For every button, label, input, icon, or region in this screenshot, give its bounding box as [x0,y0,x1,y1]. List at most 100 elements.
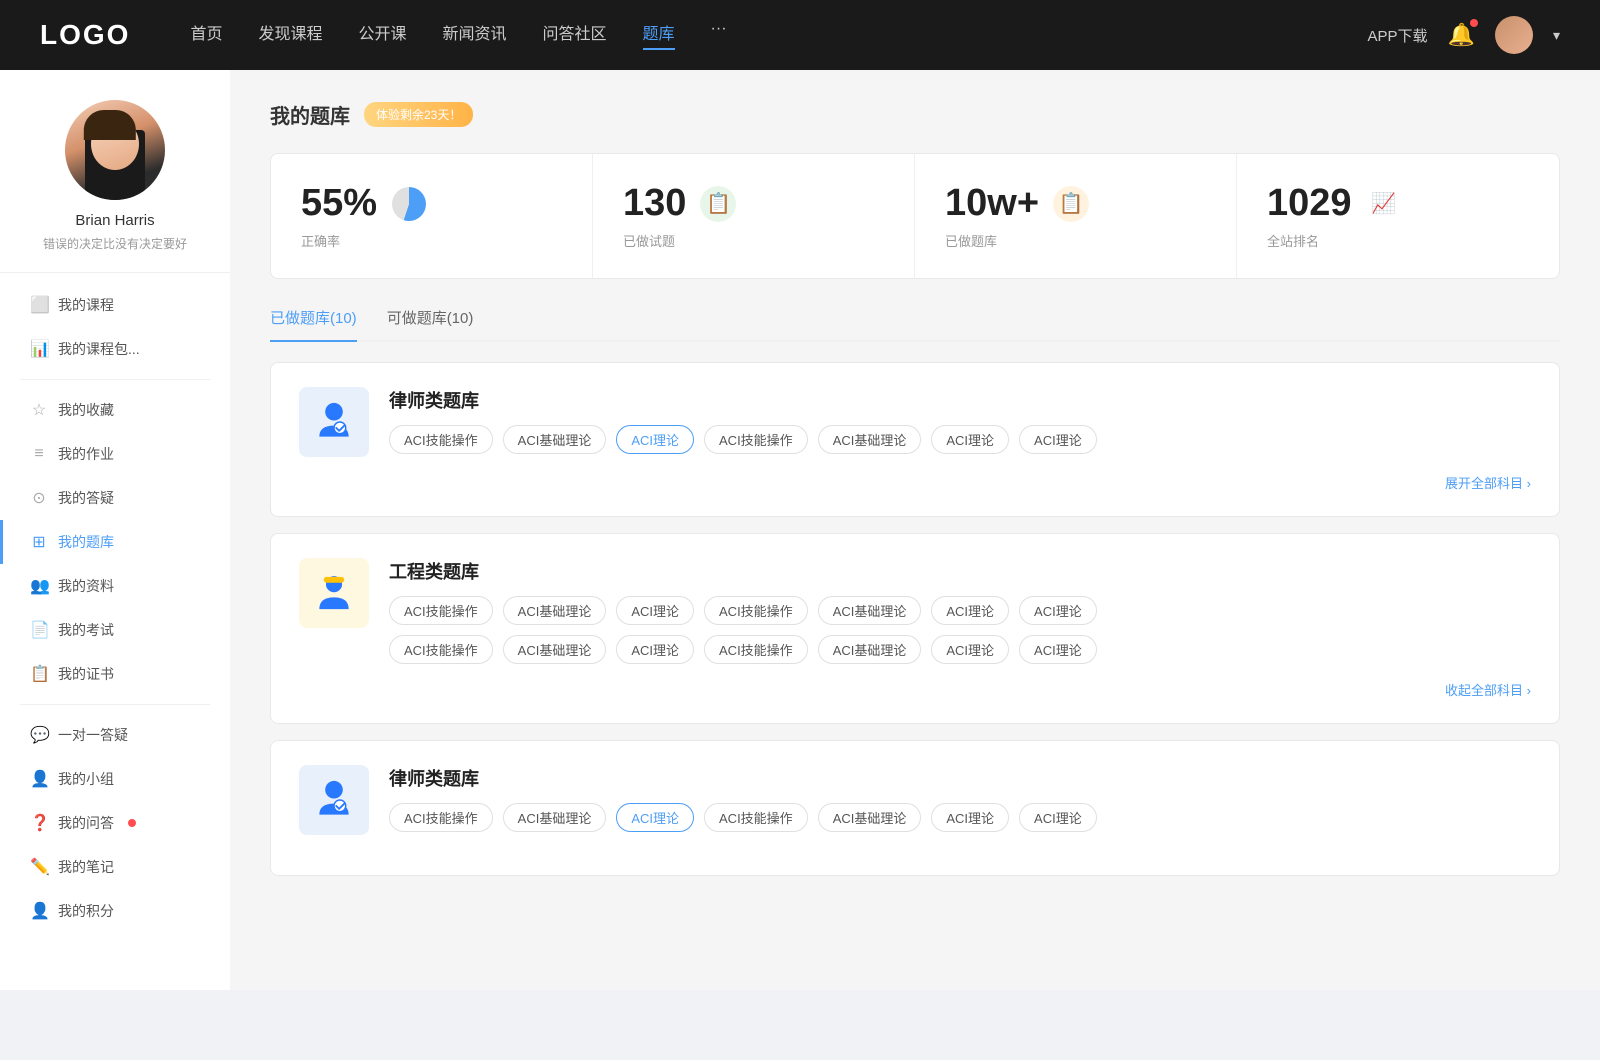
engineer-icon [299,558,369,628]
tag-1-4[interactable]: ACI技能操作 [704,425,808,454]
tag-3-5[interactable]: ACI基础理论 [818,803,922,832]
page-header: 我的题库 体验剩余23天！ [270,100,1560,129]
sidebar-label-bank: 我的题库 [58,532,114,552]
tag-1-1[interactable]: ACI技能操作 [389,425,493,454]
group-icon: 👤 [30,769,48,789]
bank-card-header-1: 律师类题库 ACI技能操作 ACI基础理论 ACI理论 ACI技能操作 ACI基… [299,387,1531,457]
course-icon: ⬜ [30,295,48,315]
tag-1-3[interactable]: ACI理论 [616,425,694,454]
tag-2-8[interactable]: ACI技能操作 [389,635,493,664]
sidebar-item-bank[interactable]: ⊞ 我的题库 [0,520,230,564]
sidebar-item-points[interactable]: 👤 我的积分 [0,889,230,933]
notification-bell[interactable]: 🔔 [1448,22,1475,48]
tab-can-do-banks[interactable]: 可做题库(10) [387,307,474,340]
nav-open[interactable]: 公开课 [358,20,406,50]
tag-1-7[interactable]: ACI理论 [1019,425,1097,454]
main-layout: Brian Harris 错误的决定比没有决定要好 ⬜ 我的课程 📊 我的课程包… [0,70,1600,990]
tutor-icon: 💬 [30,725,48,745]
stat-accuracy: 55% 正确率 [271,154,593,278]
divider-2 [20,704,210,705]
tag-1-6[interactable]: ACI理论 [931,425,1009,454]
user-avatar[interactable] [1495,16,1533,54]
sidebar-item-course[interactable]: ⬜ 我的课程 [0,283,230,327]
nav-bank[interactable]: 题库 [643,20,675,50]
nav-qa[interactable]: 问答社区 [543,20,607,50]
sidebar-label-course-pack: 我的课程包... [58,339,140,359]
tag-3-6[interactable]: ACI理论 [931,803,1009,832]
tag-2-10[interactable]: ACI理论 [616,635,694,664]
nav-home[interactable]: 首页 [190,20,222,50]
answers-icon: ❓ [30,813,48,833]
points-icon: 👤 [30,901,48,921]
nav-discover[interactable]: 发现课程 [258,20,322,50]
stat-banks-top: 10w+ 📋 [945,182,1206,225]
divider-1 [20,379,210,380]
stat-accuracy-value: 55% [301,182,377,225]
stat-done-value: 130 [623,182,686,225]
tag-1-5[interactable]: ACI基础理论 [818,425,922,454]
stat-done-questions: 130 📋 已做试题 [593,154,915,278]
tag-3-1[interactable]: ACI技能操作 [389,803,493,832]
tags-row-2a: ACI技能操作 ACI基础理论 ACI理论 ACI技能操作 ACI基础理论 AC… [389,596,1531,625]
sidebar-label-course: 我的课程 [58,295,114,315]
tag-3-4[interactable]: ACI技能操作 [704,803,808,832]
homework-icon: ≡ [30,445,48,463]
sidebar-item-group[interactable]: 👤 我的小组 [0,757,230,801]
notes-icon: ✏️ [30,857,48,877]
tag-2-5[interactable]: ACI基础理论 [818,596,922,625]
page-title: 我的题库 [270,100,350,129]
sidebar-item-exam[interactable]: 📄 我的考试 [0,608,230,652]
sidebar-item-tutor[interactable]: 💬 一对一答疑 [0,713,230,757]
tag-3-3[interactable]: ACI理论 [616,803,694,832]
sidebar-label-exam: 我的考试 [58,620,114,640]
sidebar-item-cert[interactable]: 📋 我的证书 [0,652,230,696]
bank-title-1: 律师类题库 [389,387,1531,413]
lawyer-icon-2 [299,765,369,835]
ranking-icon: 📈 [1366,186,1402,222]
tag-3-7[interactable]: ACI理论 [1019,803,1097,832]
bank-card-lawyer-1: 律师类题库 ACI技能操作 ACI基础理论 ACI理论 ACI技能操作 ACI基… [270,362,1560,517]
collapse-link-2[interactable]: 收起全部科目 › [1445,680,1531,699]
sidebar-label-answers: 我的问答 [58,813,114,833]
tag-2-11[interactable]: ACI技能操作 [704,635,808,664]
sidebar-item-question[interactable]: ⊙ 我的答疑 [0,476,230,520]
nav-more[interactable]: ··· [711,20,727,50]
tag-3-2[interactable]: ACI基础理论 [503,803,607,832]
expand-link-1[interactable]: 展开全部科目 › [1445,473,1531,492]
tab-done-banks[interactable]: 已做题库(10) [270,307,357,342]
avatar [65,100,165,200]
tag-2-7[interactable]: ACI理论 [1019,596,1097,625]
tag-2-3[interactable]: ACI理论 [616,596,694,625]
nav-news[interactable]: 新闻资讯 [443,20,507,50]
tag-2-9[interactable]: ACI基础理论 [503,635,607,664]
engineer-svg [312,571,356,615]
tag-2-14[interactable]: ACI理论 [1019,635,1097,664]
tag-2-4[interactable]: ACI技能操作 [704,596,808,625]
stat-ranking: 1029 📈 全站排名 [1237,154,1559,278]
tag-2-13[interactable]: ACI理论 [931,635,1009,664]
sidebar-item-answers[interactable]: ❓ 我的问答 [0,801,230,845]
bank-content-2: 工程类题库 ACI技能操作 ACI基础理论 ACI理论 ACI技能操作 ACI基… [389,558,1531,664]
sidebar-menu: ⬜ 我的课程 📊 我的课程包... ☆ 我的收藏 ≡ 我的作业 ⊙ 我的答疑 ⊞ [0,273,230,943]
sidebar-item-data[interactable]: 👥 我的资料 [0,564,230,608]
sidebar-item-course-pack[interactable]: 📊 我的课程包... [0,327,230,371]
stat-accuracy-top: 55% [301,182,562,225]
tabs-row: 已做题库(10) 可做题库(10) [270,307,1560,342]
tag-2-1[interactable]: ACI技能操作 [389,596,493,625]
user-dropdown-icon[interactable]: ▾ [1553,27,1560,44]
done-questions-icon: 📋 [700,186,736,222]
sidebar-item-fav[interactable]: ☆ 我的收藏 [0,388,230,432]
sidebar-item-homework[interactable]: ≡ 我的作业 [0,432,230,476]
answers-badge [128,819,136,827]
tag-2-12[interactable]: ACI基础理论 [818,635,922,664]
bank-content-1: 律师类题库 ACI技能操作 ACI基础理论 ACI理论 ACI技能操作 ACI基… [389,387,1531,454]
exam-icon: 📄 [30,620,48,640]
trial-badge: 体验剩余23天！ [364,102,473,127]
sidebar-item-notes[interactable]: ✏️ 我的笔记 [0,845,230,889]
tag-2-2[interactable]: ACI基础理论 [503,596,607,625]
tag-2-6[interactable]: ACI理论 [931,596,1009,625]
user-name: Brian Harris [75,212,154,229]
tag-1-2[interactable]: ACI基础理论 [503,425,607,454]
stat-done-banks: 10w+ 📋 已做题库 [915,154,1237,278]
app-download-button[interactable]: APP下载 [1368,25,1428,46]
